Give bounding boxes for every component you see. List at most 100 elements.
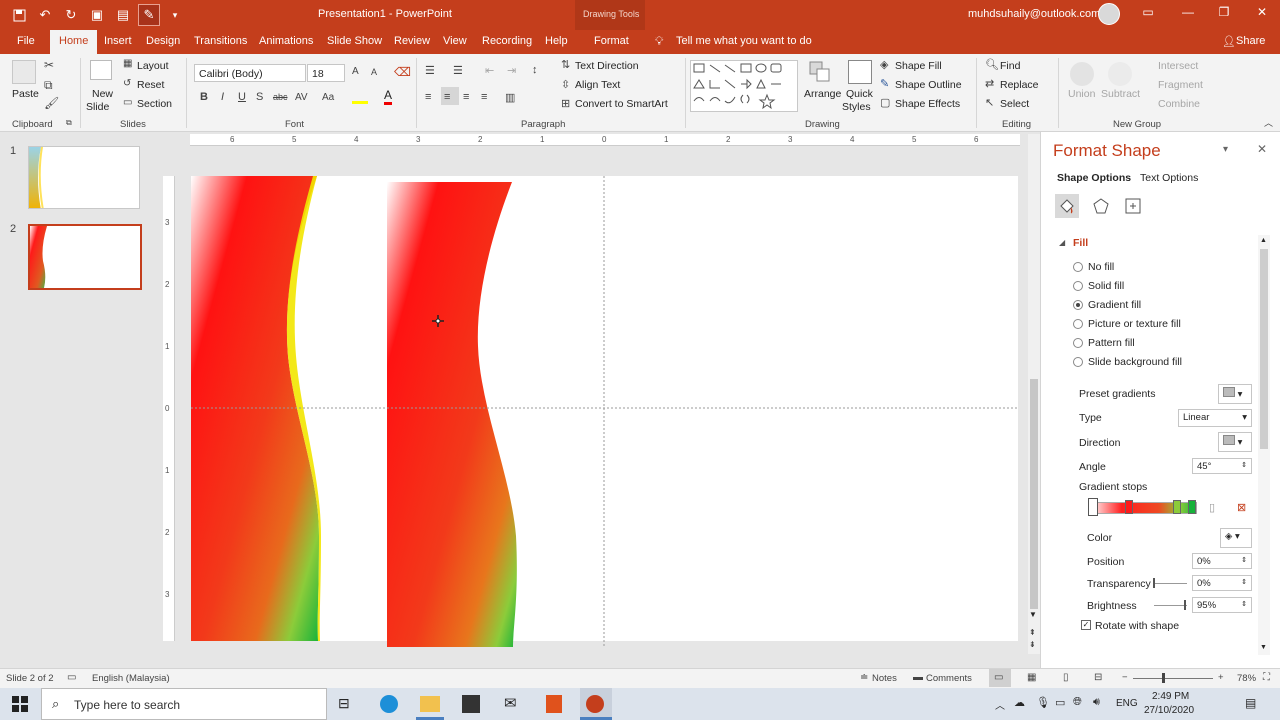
language-status[interactable]: English (Malaysia) <box>92 673 170 684</box>
customize-qat-icon[interactable]: ▾ <box>164 4 186 26</box>
numbering-icon[interactable]: ☰ <box>453 64 463 77</box>
slide-counter[interactable]: Slide 2 of 2 <box>6 673 54 684</box>
edge-icon[interactable] <box>380 695 398 713</box>
char-spacing-icon[interactable]: AV <box>295 92 308 103</box>
slide-thumbnail-1[interactable] <box>28 146 140 209</box>
cut-icon[interactable]: ✂ <box>44 58 54 72</box>
clear-formatting-icon[interactable]: ⌫ <box>394 65 411 79</box>
zoom-level[interactable]: 78% <box>1237 673 1256 684</box>
shape-outline-icon[interactable]: ✎ <box>880 77 889 90</box>
font-size-box[interactable]: 18 <box>307 64 345 82</box>
direction-button[interactable]: ▾ <box>1218 432 1252 452</box>
show-hidden-icons-icon[interactable]: ︿ <box>995 697 1005 712</box>
transparency-slider-thumb[interactable] <box>1153 578 1155 588</box>
intersect-button[interactable]: Intersect <box>1158 60 1198 72</box>
tab-format[interactable]: Format <box>594 35 629 47</box>
avatar[interactable] <box>1098 3 1120 25</box>
tab-recording[interactable]: Recording <box>482 35 532 47</box>
save-icon[interactable] <box>8 4 30 26</box>
new-slide-label-2[interactable]: Slide <box>86 101 109 113</box>
battery-icon[interactable]: ▭ <box>1055 696 1065 709</box>
align-left-icon[interactable]: ≡ <box>425 91 431 103</box>
layout-icon[interactable]: ▦ <box>123 58 132 69</box>
effects-icon[interactable] <box>1089 194 1113 218</box>
spellcheck-icon[interactable]: ▭ <box>67 672 76 683</box>
tab-text-options[interactable]: Text Options <box>1140 172 1198 184</box>
section-fill[interactable]: Fill <box>1073 237 1088 249</box>
add-stop-icon[interactable]: ▯ <box>1209 501 1215 514</box>
clock-date[interactable]: 27/10/2020 <box>1144 705 1194 716</box>
tab-file[interactable]: File <box>17 35 35 47</box>
fit-to-window-icon[interactable]: ⛶ <box>1263 672 1270 683</box>
redo-icon[interactable]: ↻ <box>60 4 82 26</box>
tab-home[interactable]: Home <box>50 30 98 54</box>
shape-fill-button[interactable]: Shape Fill <box>895 60 942 72</box>
option-no-fill[interactable]: No fill <box>1073 261 1114 273</box>
brightness-input[interactable]: 95% ⇕ <box>1192 597 1252 613</box>
subtract-button[interactable]: Subtract <box>1101 88 1140 100</box>
shapes-gallery[interactable] <box>690 60 798 112</box>
align-center-icon[interactable]: ≡ <box>444 91 450 103</box>
collapse-ribbon-icon[interactable]: ︿ <box>1264 116 1273 129</box>
close-icon[interactable]: ✕ <box>1252 5 1272 23</box>
notes-button[interactable]: Notes <box>872 673 897 684</box>
font-name-box[interactable]: Calibri (Body) <box>194 64 306 82</box>
cloud-icon[interactable]: ☁ <box>1014 696 1025 709</box>
tab-insert[interactable]: Insert <box>104 35 132 47</box>
windows-start-icon[interactable] <box>12 696 28 712</box>
normal-view-icon[interactable]: ▭ <box>994 672 1003 683</box>
zoom-slider[interactable] <box>1133 678 1213 679</box>
gradient-stop[interactable] <box>1188 500 1196 514</box>
shadow-icon[interactable]: S <box>256 91 263 103</box>
radio-button[interactable] <box>1073 357 1083 367</box>
section-button[interactable]: Section <box>137 98 172 110</box>
microphone-icon[interactable]: 🎙︎ <box>1036 696 1050 709</box>
smartart-icon[interactable]: ⊞ <box>561 97 570 110</box>
mail-icon[interactable]: ✉ <box>504 694 517 712</box>
new-slide-label-1[interactable]: New <box>92 88 113 100</box>
zoom-out-icon[interactable]: − <box>1122 672 1128 683</box>
grow-font-icon[interactable]: A <box>352 66 359 77</box>
convert-smartart-button[interactable]: Convert to SmartArt <box>575 98 668 110</box>
radio-button[interactable] <box>1073 319 1083 329</box>
zoom-slider-thumb[interactable] <box>1162 673 1165 683</box>
bold-icon[interactable]: B <box>200 91 208 103</box>
change-case-icon[interactable]: Aa <box>322 92 334 103</box>
union-icon[interactable] <box>1070 62 1094 86</box>
quick-styles-label-1[interactable]: Quick <box>846 88 873 100</box>
tab-shape-options[interactable]: Shape Options <box>1057 172 1131 184</box>
tab-help[interactable]: Help <box>545 35 568 47</box>
text-direction-button[interactable]: Text Direction <box>575 60 639 72</box>
touch-mode-icon[interactable]: ▤ <box>112 4 134 26</box>
shrink-font-icon[interactable]: A <box>371 67 377 77</box>
present-icon[interactable]: ▣ <box>86 4 108 26</box>
preset-gradients-button[interactable]: ▾ <box>1218 384 1252 404</box>
scroll-up-icon[interactable]: ▲ <box>1260 237 1267 244</box>
dialog-launcher-icon[interactable]: ⧉ <box>66 118 72 128</box>
transparency-input[interactable]: 0% ⇕ <box>1192 575 1252 591</box>
powerpoint-icon[interactable] <box>586 695 604 713</box>
option-pattern-fill[interactable]: Pattern fill <box>1073 337 1135 349</box>
fill-line-icon[interactable] <box>1055 194 1079 218</box>
close-pane-icon[interactable]: ✕ <box>1257 142 1267 156</box>
shape-effects-icon[interactable]: ▢ <box>880 96 890 109</box>
highlight-icon[interactable] <box>352 90 368 104</box>
account-email[interactable]: muhdsuhaily@outlook.com <box>968 8 1100 20</box>
gradient-stop[interactable] <box>1173 500 1181 514</box>
text-direction-icon[interactable]: ⇅ <box>561 58 570 71</box>
angle-input[interactable]: 45° ⇕ <box>1192 458 1252 474</box>
new-slide-icon[interactable] <box>90 60 112 80</box>
italic-icon[interactable]: I <box>221 91 224 103</box>
gradient-stop-selected[interactable] <box>1088 498 1098 516</box>
notes-icon[interactable]: ≐ <box>860 672 868 683</box>
tab-animations[interactable]: Animations <box>259 35 313 47</box>
slide-sorter-icon[interactable]: ▦ <box>1027 672 1036 683</box>
quick-styles-label-2[interactable]: Styles <box>842 101 871 113</box>
comments-icon[interactable]: ▬ <box>913 672 923 683</box>
decrease-indent-icon[interactable]: ⇤ <box>485 64 494 77</box>
bullets-icon[interactable]: ☰ <box>425 64 435 77</box>
font-color-icon[interactable]: A <box>384 89 393 105</box>
arrange-button[interactable]: Arrange <box>804 88 841 100</box>
share-button[interactable]: Share <box>1236 35 1265 47</box>
justify-icon[interactable]: ≡ <box>481 91 487 103</box>
